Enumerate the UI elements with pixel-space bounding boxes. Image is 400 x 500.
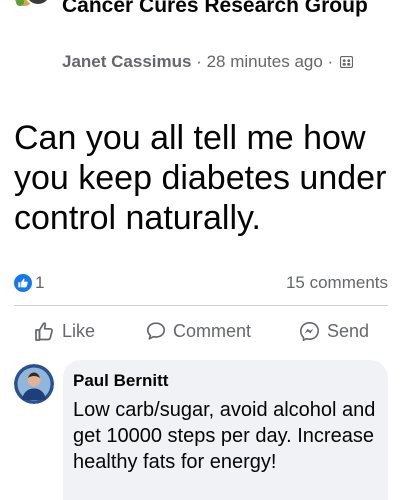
group-audience-icon bbox=[339, 56, 353, 68]
meta-separator: · bbox=[191, 52, 207, 71]
action-bar: Like Comment Send bbox=[14, 316, 388, 346]
comment-label: Comment bbox=[173, 320, 252, 341]
group-avatar[interactable] bbox=[14, 0, 52, 8]
reaction-count[interactable]: 1 bbox=[35, 272, 44, 294]
thumbs-up-icon bbox=[35, 321, 53, 341]
post-meta: Janet Cassimus · 28 minutes ago · bbox=[62, 51, 362, 73]
post-stats: 1 15 comments bbox=[14, 272, 388, 294]
post-time[interactable]: 28 minutes ago bbox=[207, 52, 323, 71]
post-view: Cancer Cures Research Group Janet Cassim… bbox=[0, 0, 400, 500]
like-button[interactable]: Like bbox=[34, 316, 95, 346]
messenger-icon bbox=[300, 321, 319, 341]
like-badge-icon[interactable] bbox=[14, 274, 32, 292]
group-name[interactable]: Cancer Cures Research Group bbox=[62, 0, 382, 20]
stats-divider bbox=[14, 305, 388, 306]
send-button[interactable]: Send bbox=[299, 316, 369, 346]
post-author[interactable]: Janet Cassimus bbox=[62, 52, 191, 71]
post-text: Can you all tell me how you keep diabete… bbox=[14, 119, 387, 237]
send-label: Send bbox=[327, 320, 370, 341]
comment-button[interactable]: Comment bbox=[146, 316, 251, 346]
speech-bubble-icon bbox=[146, 322, 166, 340]
meta-dot: · bbox=[322, 52, 334, 71]
commenter-avatar[interactable] bbox=[14, 364, 54, 404]
comment-count[interactable]: 15 comments bbox=[286, 272, 388, 294]
comment-bubble: Paul Bernitt Low carb/sugar, avoid alcoh… bbox=[63, 360, 388, 500]
like-label: Like bbox=[62, 320, 96, 341]
comment-text: Low carb/sugar, avoid alcohol and get 10… bbox=[73, 399, 376, 473]
commenter-name[interactable]: Paul Bernitt bbox=[73, 370, 168, 392]
